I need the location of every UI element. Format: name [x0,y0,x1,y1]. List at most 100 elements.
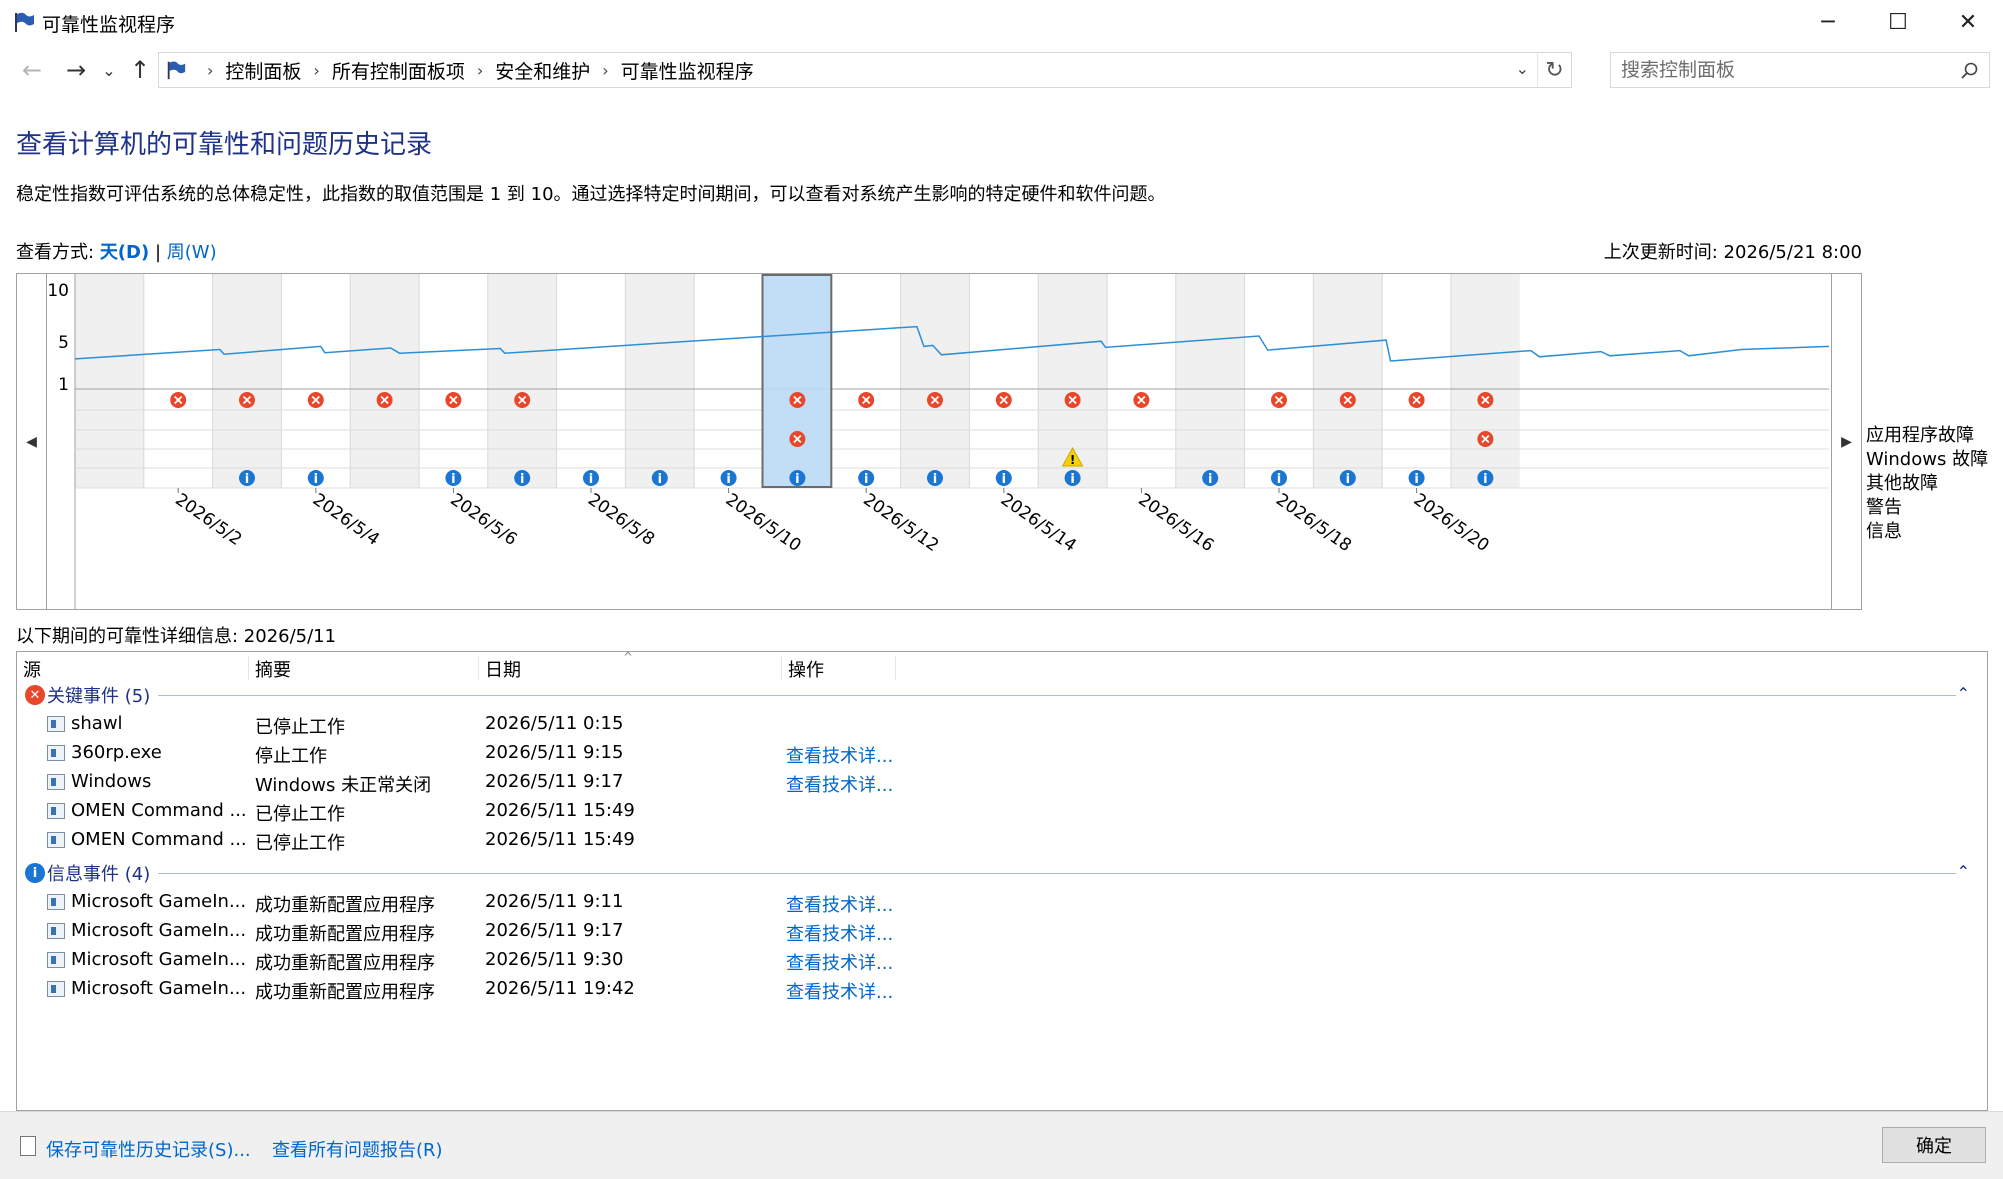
chart-column-2026/5/2[interactable] [143,274,213,488]
view-technical-details-link[interactable]: 查看技术详... [786,949,893,975]
chart-column-2026/5/12[interactable] [831,274,901,488]
refresh-icon[interactable]: ↻ [1537,53,1571,87]
recent-locations-icon[interactable]: ⌄ [98,54,120,86]
chart-column-2026/5/7[interactable] [487,274,557,488]
chart-column-2026/5/5[interactable] [350,274,419,488]
scroll-right-icon[interactable]: ▶ [1831,274,1861,609]
search-icon[interactable] [1959,61,1979,81]
x-tick-label: 2026/5/4 [309,490,383,550]
close-button[interactable]: ✕ [1933,0,2003,44]
window-title: 可靠性监视程序 [42,14,176,36]
view-technical-details-link[interactable]: 查看技术详... [786,771,893,797]
table-row[interactable]: OMEN Command ... 已停止工作 2026/5/11 15:49 [17,827,1987,856]
source-cell: OMEN Command ... [47,829,257,850]
table-row[interactable]: Microsoft GameIn... 成功重新配置应用程序 2026/5/11 9… [17,918,1987,947]
view-technical-details-link[interactable]: 查看技术详... [786,920,893,946]
group-divider [158,694,1956,696]
address-bar[interactable]: › 控制面板 › 所有控制面板项 › 安全和维护 › 可靠性监视程序 ⌄ ↻ [158,52,1572,88]
breadcrumb-control-panel[interactable]: 控制面板 [225,57,301,84]
last-update-text: 上次更新时间: 2026/5/21 8:00 [1603,242,1862,263]
sort-ascending-icon: ^ [623,650,634,664]
chart-column-2026/5/9[interactable] [625,274,695,488]
selected-day-highlight[interactable] [761,274,833,488]
info-icon-glyph: i [795,472,799,487]
breadcrumb-separator-icon[interactable]: › [207,61,213,80]
chart-column-2026/5/1[interactable] [75,274,144,488]
x-tick-label: 2026/5/10 [722,490,805,556]
maximize-button[interactable]: ☐ [1863,0,1933,44]
application-icon [47,773,65,790]
up-arrow-icon[interactable]: ↑ [124,54,156,86]
source-cell: Microsoft GameIn... [47,891,257,912]
view-technical-details-link[interactable]: 查看技术详... [786,742,893,768]
search-box[interactable] [1610,52,1990,88]
chart-column-2026/5/6[interactable] [419,274,488,488]
chart-column-2026/5/17[interactable] [1175,274,1245,488]
breadcrumb-separator-icon[interactable]: › [602,61,608,80]
x-tick-label: 2026/5/14 [997,490,1080,556]
table-row[interactable]: Microsoft GameIn... 成功重新配置应用程序 2026/5/11 1… [17,976,1987,1005]
x-tick-label: 2026/5/20 [1410,490,1493,556]
date-cell: 2026/5/11 9:30 [485,949,624,970]
critical-event-icon: ✕ [25,685,45,705]
breadcrumb-separator-icon[interactable]: › [313,61,319,80]
stability-chart[interactable]: ◀ 10 5 1! i i i i i i i i i i i i i i i i i 2026/5/2 2026/5/4… [16,273,1862,610]
info-icon-glyph: i [658,472,662,487]
view-all-reports-link[interactable]: 查看所有问题报告(R) [272,1136,443,1162]
table-row[interactable]: OMEN Command ... 已停止工作 2026/5/11 15:49 [17,798,1987,827]
table-row[interactable]: 360rp.exe 停止工作 2026/5/11 9:15 查看技术详... [17,740,1987,769]
control-panel-flag-icon [167,61,186,80]
view-technical-details-link[interactable]: 查看技术详... [786,891,893,917]
breadcrumb-all-items[interactable]: 所有控制面板项 [332,57,465,84]
table-row[interactable]: Microsoft GameIn... 成功重新配置应用程序 2026/5/11 9… [17,947,1987,976]
chart-column-2026/5/19[interactable] [1313,274,1383,488]
view-mode-label: 查看方式: [16,242,95,263]
details-list[interactable]: 源 摘要 日期 ^ 操作 ✕ 关键事件 (5) ⌃ shawl 已停止工作 2026/5/… [16,650,1988,1111]
source-cell: Microsoft GameIn... [47,978,257,999]
ok-button[interactable]: 确定 [1882,1127,1986,1163]
chart-column-2026/5/21[interactable] [1451,274,1520,488]
forward-arrow-icon[interactable]: → [58,54,94,86]
warning-icon-glyph: ! [1070,453,1075,467]
source-cell: OMEN Command ... [47,800,257,821]
column-action[interactable]: 操作 [782,656,896,681]
page-heading: 查看计算机的可靠性和问题历史记录 [16,130,433,160]
breadcrumb-separator-icon[interactable]: › [477,61,483,80]
y-tick-label: 10 [47,281,69,301]
breadcrumb-reliability-monitor[interactable]: 可靠性监视程序 [621,57,754,84]
table-row[interactable]: Windows Windows 未正常关闭 2026/5/11 9:17 查看技术详.… [17,769,1987,798]
view-technical-details-link[interactable]: 查看技术详... [786,978,893,1004]
summary-cell: 成功重新配置应用程序 [255,924,435,945]
chart-column-2026/5/4[interactable] [281,274,351,488]
view-by-day-link[interactable]: 天(D) [100,242,149,263]
chart-column-2026/5/3[interactable] [212,274,282,488]
summary-cell: 成功重新配置应用程序 [255,982,435,1003]
address-dropdown-icon[interactable]: ⌄ [1516,59,1529,78]
chart-column-2026/5/18[interactable] [1244,274,1314,488]
collapse-chevron-icon[interactable]: ⌃ [1957,684,1970,703]
application-icon [47,715,65,732]
chart-column-2026/5/10[interactable] [694,274,763,488]
info-icon-glyph: i [933,472,937,487]
chart-column-2026/5/8[interactable] [556,274,626,488]
breadcrumb-security-maintenance[interactable]: 安全和维护 [495,57,590,84]
critical-events-group[interactable]: ✕ 关键事件 (5) ⌃ [25,682,1980,708]
minimize-button[interactable]: ─ [1793,0,1863,44]
date-cell: 2026/5/11 0:15 [485,713,624,734]
chart-column-2026/5/20[interactable] [1382,274,1451,488]
search-input[interactable] [1621,59,1941,81]
chart-column-2026/5/16[interactable] [1107,274,1176,488]
view-by-week-link[interactable]: 周(W) [167,242,217,263]
save-history-link[interactable]: 保存可靠性历史记录(S)... [46,1136,251,1162]
table-row[interactable]: Microsoft GameIn... 成功重新配置应用程序 2026/5/11 9… [17,889,1987,918]
info-events-group[interactable]: i 信息事件 (4) ⌃ [25,860,1980,886]
column-source[interactable]: 源 [17,656,249,681]
stability-chart-canvas[interactable]: 1051!i i i i i i i i i i i i i i i i i2026/5/2 2026/5/4 20… [17,274,1861,609]
column-summary[interactable]: 摘要 [249,656,479,681]
back-arrow-icon[interactable]: ← [14,54,50,86]
chart-column-2026/5/14[interactable] [969,274,1039,488]
collapse-chevron-icon[interactable]: ⌃ [1957,862,1970,881]
table-row[interactable]: shawl 已停止工作 2026/5/11 0:15 [17,711,1987,740]
date-cell: 2026/5/11 15:49 [485,829,635,850]
chart-column-2026/5/13[interactable] [900,274,970,488]
